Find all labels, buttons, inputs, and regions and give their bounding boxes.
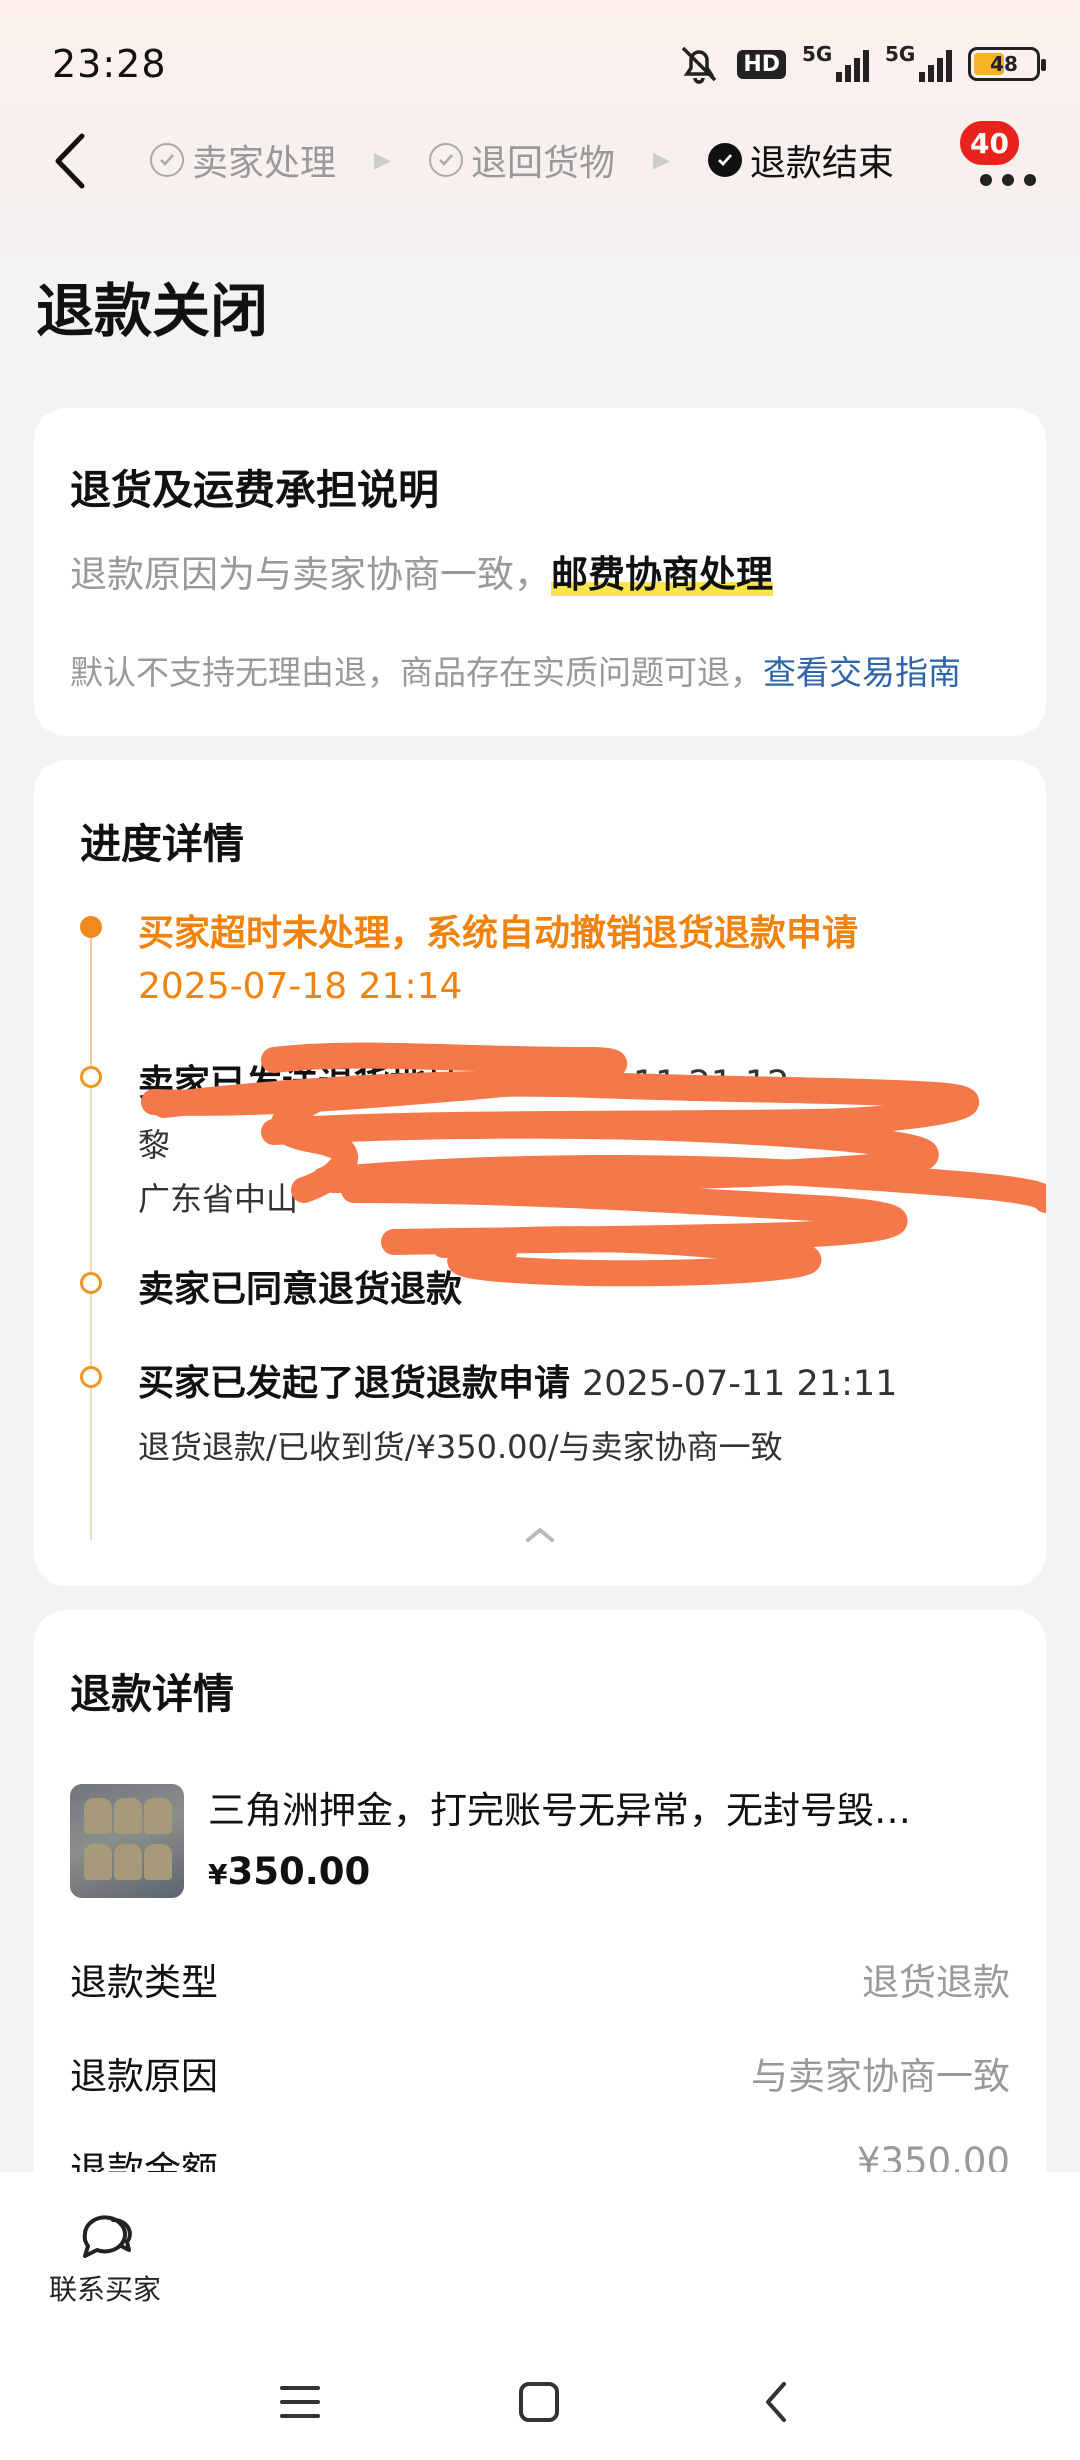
check-circle-icon (150, 143, 184, 177)
more-dots-icon (980, 174, 1036, 186)
refund-reason-row: 退款原因 与卖家协商一致 (70, 2055, 1010, 2098)
status-time: 23:28 (52, 42, 167, 86)
back-icon[interactable] (748, 2372, 808, 2432)
battery-icon: 48 (968, 47, 1046, 81)
status-bar: 23:28 HD 5G 5G 48 (0, 0, 1080, 130)
check-circle-icon (428, 143, 463, 177)
check-circle-filled-icon (707, 143, 742, 177)
system-navigation-bar (0, 2372, 1080, 2442)
refund-reason-line: 退款原因为与卖家协商一致，邮费协商处理 (70, 553, 773, 596)
menu-icon[interactable] (270, 2372, 330, 2432)
refund-steps: 卖家处理 ▶ 退回货物 ▶ 退款结束 (150, 134, 894, 186)
shipping-note-title: 退货及运费承担说明 (70, 466, 439, 514)
chat-bubble-icon (82, 2215, 132, 2258)
collapse-chevron-icon[interactable] (520, 1520, 560, 1550)
product-price: ¥350.00 (208, 1850, 371, 1893)
status-icons: HD 5G 5G 48 (677, 42, 1046, 84)
postage-highlight: 邮费协商处理 (551, 553, 773, 596)
shipping-note-card: 退货及运费承担说明 退款原因为与卖家协商一致，邮费协商处理 默认不支持无理由退，… (34, 408, 1046, 736)
home-icon[interactable] (509, 2372, 569, 2432)
redaction-scribble (141, 1042, 1046, 1287)
refund-detail-title: 退款详情 (70, 1670, 234, 1718)
step-arrow-icon: ▶ (374, 147, 391, 173)
progress-card: 进度详情 买家超时未处理，系统自动撤销退货退款申请 2025-07-18 21:… (34, 760, 1046, 1586)
hd-voice-icon: HD (737, 49, 786, 79)
nav-bar: 卖家处理 ▶ 退回货物 ▶ 退款结束 40 (0, 118, 1080, 200)
more-button[interactable]: 40 (957, 118, 1046, 198)
product-name[interactable]: 三角洲押金，打完账号无异常，无封号毁… (208, 1780, 911, 1834)
step-seller-processing: 卖家处理 (150, 134, 336, 186)
notification-badge: 40 (957, 118, 1022, 168)
step-arrow-icon: ▶ (652, 147, 670, 173)
policy-line: 默认不支持无理由退，商品存在实质问题可退，查看交易指南 (70, 653, 961, 692)
trade-guide-link[interactable]: 查看交易指南 (763, 653, 961, 692)
bottom-action-bar: 联系买家 (0, 2172, 1080, 2460)
signal-icon: 5G (885, 42, 952, 82)
product-thumbnail[interactable] (70, 1784, 184, 1898)
refund-type-row: 退款类型 退货退款 (70, 1961, 1010, 2004)
alarm-muted-icon (682, 46, 717, 84)
back-button[interactable] (44, 126, 104, 196)
contact-buyer-button[interactable]: 联系买家 (40, 2208, 170, 2308)
step-refund-end: 退款结束 (707, 134, 894, 186)
signal-icon: 5G (802, 42, 869, 82)
page-title: 退款关闭 (36, 277, 269, 345)
step-return-goods: 退回货物 (428, 134, 615, 186)
